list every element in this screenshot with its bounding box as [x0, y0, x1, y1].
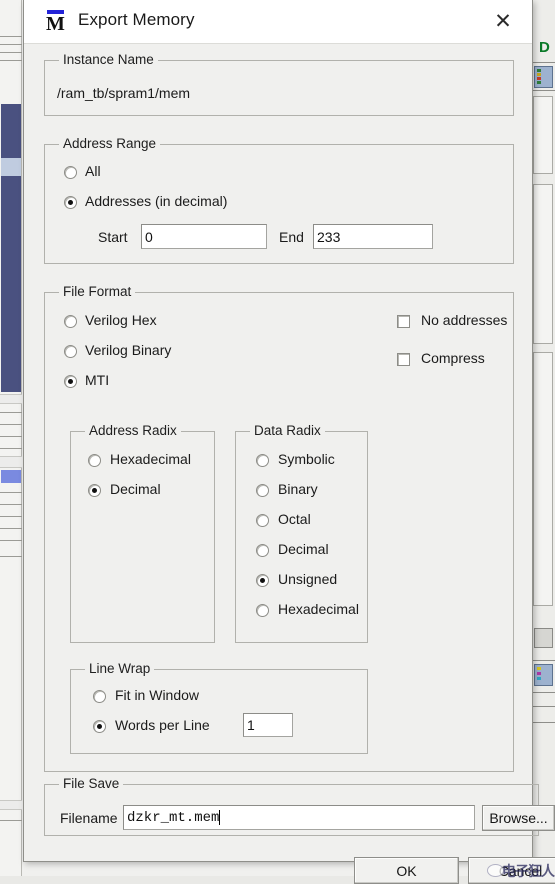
address-range-group: Address Range All Addresses (in decimal)…: [44, 144, 514, 264]
radio-address-decimal-label: Addresses (in decimal): [85, 193, 227, 209]
export-memory-dialog: M Export Memory ✕ Instance Name /ram_tb/…: [23, 0, 533, 862]
dialog-titlebar[interactable]: M Export Memory ✕: [24, 0, 532, 44]
radio-format-verilog-binary-label: Verilog Binary: [85, 342, 171, 358]
filename-input-value: dzkr_mt.mem: [127, 811, 219, 825]
background-selected-row: [1, 470, 21, 483]
cancel-button-label: Cancel: [499, 863, 543, 879]
cancel-button[interactable]: Cancel: [468, 857, 555, 884]
radio-data-radix-symbolic[interactable]: [256, 454, 269, 467]
radio-data-radix-hexadecimal-label: Hexadecimal: [278, 601, 359, 617]
line-wrap-group: Line Wrap Fit in Window Words per Line 1: [70, 669, 368, 754]
data-radix-group: Data Radix Symbolic Binary Octal Decimal: [235, 431, 368, 643]
radio-addr-radix-decimal-label: Decimal: [110, 481, 161, 497]
background-green-icon: D: [539, 40, 552, 56]
end-label: End: [279, 229, 304, 245]
address-radix-group: Address Radix Hexadecimal Decimal: [70, 431, 215, 643]
checkbox-compress[interactable]: [397, 353, 410, 366]
radio-data-radix-binary[interactable]: [256, 484, 269, 497]
dialog-body: Instance Name /ram_tb/spram1/mem Address…: [24, 44, 532, 861]
file-format-legend: File Format: [59, 284, 135, 299]
radio-data-radix-decimal[interactable]: [256, 544, 269, 557]
line-wrap-legend: Line Wrap: [85, 661, 154, 676]
radio-line-wrap-words-label: Words per Line: [115, 717, 210, 733]
background-scrollbar-thumb[interactable]: [1, 104, 21, 158]
checkbox-compress-label: Compress: [421, 350, 485, 366]
ok-button[interactable]: OK: [354, 857, 459, 884]
end-input[interactable]: 233: [313, 224, 433, 249]
radio-address-all-label: All: [85, 163, 101, 179]
background-waveform-chip-2: [534, 664, 553, 686]
radio-line-wrap-fit[interactable]: [93, 690, 106, 703]
radio-format-mti[interactable]: [64, 375, 77, 388]
radio-address-all[interactable]: [64, 166, 77, 179]
filename-input[interactable]: dzkr_mt.mem: [123, 805, 475, 830]
file-format-group: File Format Verilog Hex Verilog Binary M…: [44, 292, 514, 772]
background-right-panel: D: [532, 0, 555, 876]
background-panel-box-1: [533, 96, 553, 174]
radio-data-radix-octal-label: Octal: [278, 511, 311, 527]
instance-name-value: /ram_tb/spram1/mem: [57, 85, 190, 101]
text-caret: [219, 810, 220, 825]
checkbox-no-addresses[interactable]: [397, 315, 410, 328]
radio-data-radix-octal[interactable]: [256, 514, 269, 527]
background-left-panel: [0, 0, 22, 876]
radio-data-radix-unsigned-label: Unsigned: [278, 571, 337, 587]
radio-format-verilog-hex[interactable]: [64, 315, 77, 328]
instance-name-group: Instance Name /ram_tb/spram1/mem: [44, 60, 514, 116]
radio-addr-radix-decimal[interactable]: [88, 484, 101, 497]
background-scrollbar-thumb-2[interactable]: [1, 176, 21, 392]
address-radix-legend: Address Radix: [85, 423, 181, 438]
close-icon[interactable]: ✕: [488, 8, 518, 36]
radio-addr-radix-hexadecimal-label: Hexadecimal: [110, 451, 191, 467]
background-toolbar-chip: [534, 628, 553, 648]
radio-format-mti-label: MTI: [85, 372, 109, 388]
start-input[interactable]: 0: [141, 224, 267, 249]
radio-data-radix-hexadecimal[interactable]: [256, 604, 269, 617]
background-panel-box-2: [533, 184, 553, 344]
address-range-legend: Address Range: [59, 136, 160, 151]
instance-name-legend: Instance Name: [59, 52, 158, 67]
file-save-group: File Save Filename dzkr_mt.mem Browse...: [44, 784, 539, 836]
radio-data-radix-unsigned[interactable]: [256, 574, 269, 587]
checkbox-no-addresses-label: No addresses: [421, 312, 507, 328]
radio-format-verilog-hex-label: Verilog Hex: [85, 312, 157, 328]
radio-addr-radix-hexadecimal[interactable]: [88, 454, 101, 467]
background-scrollbar-track[interactable]: [1, 158, 21, 176]
dialog-title: Export Memory: [78, 10, 195, 30]
modelsim-m-icon: M: [45, 10, 67, 34]
background-waveform-chip: [534, 66, 553, 88]
browse-button[interactable]: Browse...: [482, 805, 555, 831]
data-radix-legend: Data Radix: [250, 423, 325, 438]
radio-line-wrap-words[interactable]: [93, 720, 106, 733]
radio-data-radix-binary-label: Binary: [278, 481, 318, 497]
radio-address-decimal[interactable]: [64, 196, 77, 209]
file-save-legend: File Save: [59, 776, 123, 791]
radio-format-verilog-binary[interactable]: [64, 345, 77, 358]
start-label: Start: [98, 229, 128, 245]
words-per-line-input[interactable]: 1: [243, 713, 293, 737]
radio-line-wrap-fit-label: Fit in Window: [115, 687, 199, 703]
filename-label: Filename: [60, 810, 118, 826]
radio-data-radix-symbolic-label: Symbolic: [278, 451, 335, 467]
background-panel-box-3: [533, 352, 553, 606]
radio-data-radix-decimal-label: Decimal: [278, 541, 329, 557]
